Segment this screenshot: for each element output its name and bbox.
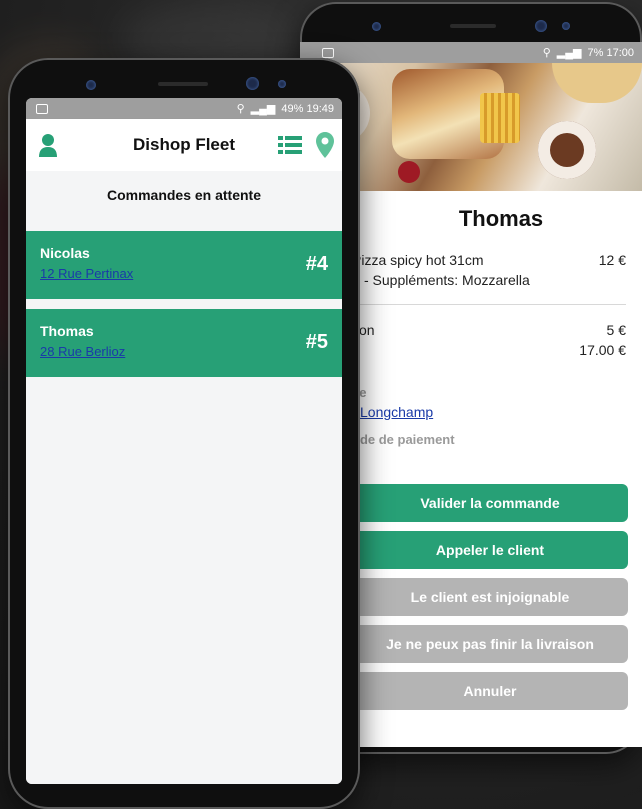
front-phone: ⚲ ▂▄▆ 49% 19:49 Dishop Fleet Commandes e… — [8, 58, 360, 809]
battery-time-text: 49% 19:49 — [281, 102, 334, 115]
total-row: 17.00 € — [352, 342, 626, 358]
order-customer-name: Thomas — [40, 323, 94, 339]
order-address-link[interactable]: 12 Rue Pertinax — [40, 266, 133, 281]
order-item-row: - Suppléments: Mozzarella — [352, 272, 626, 288]
order-card[interactable]: Nicolas 12 Rue Pertinax #4 — [26, 231, 342, 299]
fee-row: son 5 € — [352, 322, 626, 338]
app-notification-icon — [322, 47, 334, 58]
map-pin-icon[interactable] — [316, 132, 334, 158]
order-customer-name: Nicolas — [40, 245, 90, 261]
status-bar: ⚲ ▂▄▆ 49% 19:49 — [26, 98, 342, 119]
speaker-grille — [158, 82, 208, 86]
front-camera — [246, 77, 259, 90]
section-title: Commandes en attente — [106, 187, 262, 203]
list-icon[interactable] — [278, 135, 302, 155]
order-item-amount: 12 € — [598, 252, 626, 268]
order-item-text: Pizza spicy hot 31cm — [352, 252, 484, 268]
call-client-button[interactable]: Appeler le client — [352, 531, 628, 569]
location-icon: ⚲ — [542, 47, 551, 59]
order-number: #4 — [305, 253, 328, 275]
order-number: #5 — [305, 331, 328, 353]
front-camera — [535, 20, 547, 32]
signal-icon: ▂▄▆ — [556, 47, 582, 59]
speaker-grille — [450, 24, 496, 28]
client-unreachable-button[interactable]: Le client est injoignable — [352, 578, 628, 616]
proximity-sensor — [372, 22, 381, 31]
divider — [352, 304, 626, 305]
order-item-text: - Suppléments: Mozzarella — [364, 272, 530, 288]
address-link[interactable]: Longchamp — [360, 404, 433, 420]
cannot-finish-delivery-button[interactable]: Je ne peux pas finir la livraison — [352, 625, 628, 663]
sensor — [278, 80, 286, 88]
location-icon: ⚲ — [236, 103, 245, 115]
payment-method-label: ode de paiement — [352, 432, 455, 447]
sensor — [562, 22, 570, 30]
battery-time-text: 7% 17:00 — [587, 46, 634, 59]
app-notification-icon — [36, 103, 48, 114]
fee-amount: 5 € — [606, 322, 626, 338]
total-amount: 17.00 € — [579, 342, 626, 358]
signal-icon: ▂▄▆ — [250, 103, 276, 115]
orders-list-screen: ⚲ ▂▄▆ 49% 19:49 Dishop Fleet Commandes e… — [26, 98, 342, 784]
order-item-row: Pizza spicy hot 31cm 12 € — [352, 252, 626, 268]
validate-order-button[interactable]: Valider la commande — [352, 484, 628, 522]
cancel-button[interactable]: Annuler — [352, 672, 628, 710]
status-bar: ⚲ ▂▄▆ 7% 17:00 — [300, 42, 642, 63]
proximity-sensor — [86, 80, 96, 90]
order-address-link[interactable]: 28 Rue Berlioz — [40, 344, 125, 359]
app-header: Dishop Fleet — [26, 119, 342, 171]
customer-name: Thomas — [458, 206, 544, 231]
order-card[interactable]: Thomas 28 Rue Berlioz #5 — [26, 309, 342, 377]
orders-content: Commandes en attente Nicolas 12 Rue Pert… — [26, 171, 342, 784]
